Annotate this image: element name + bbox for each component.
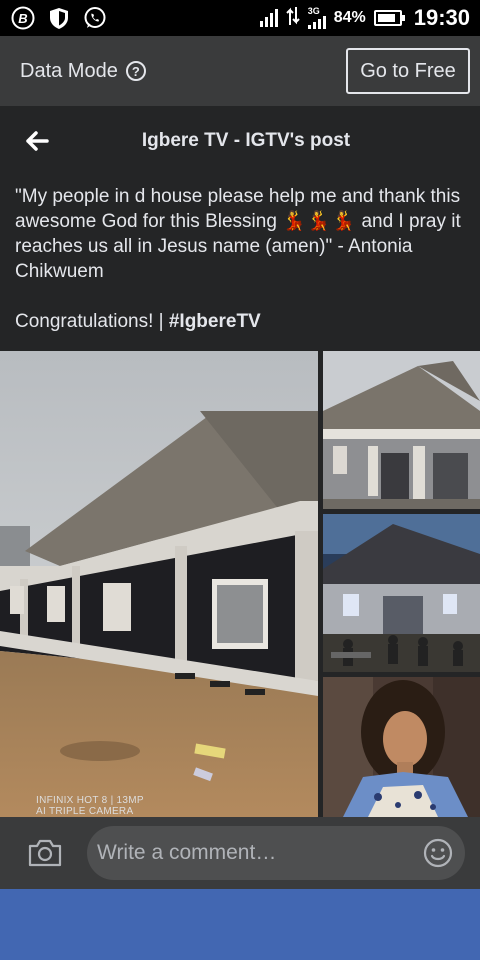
camera-watermark: INFINIX HOT 8 | 13MP AI TRIPLE CAMERA: [36, 795, 144, 817]
data-mode-bar: Data Mode ? Go to Free: [0, 36, 480, 106]
page-title: Igbere TV - IGTV's post: [141, 130, 351, 151]
data-mode-label[interactable]: Data Mode: [20, 60, 118, 83]
post-photo-3[interactable]: [323, 514, 480, 672]
data-arrows-icon: [285, 6, 300, 31]
hashtag-link[interactable]: #IgbereTV: [169, 311, 261, 332]
watermark-line1: INFINIX HOT 8 | 13MP: [36, 795, 144, 806]
post-photo-main[interactable]: INFINIX HOT 8 | 13MP AI TRIPLE CAMERA: [0, 351, 318, 817]
bottom-nav-bar: [0, 889, 480, 960]
emoji-icon[interactable]: [423, 838, 453, 868]
post-message: "My people in d house please help me and…: [15, 184, 470, 284]
clock: 19:30: [413, 5, 470, 30]
status-bar: B 3G 84% 19:30: [0, 0, 480, 36]
network-type: 3G: [307, 6, 320, 16]
whatsapp-icon: [82, 5, 108, 31]
photo-grid: INFINIX HOT 8 | 13MP AI TRIPLE CAMERA: [0, 351, 480, 817]
back-arrow-icon[interactable]: [24, 128, 50, 154]
comment-bar: Write a comment…: [0, 817, 480, 889]
shield-icon: [46, 5, 72, 31]
signal-icon: [307, 16, 326, 29]
signal-icon: [259, 9, 278, 27]
svg-text:B: B: [18, 11, 27, 26]
post-body: "My people in d house please help me and…: [15, 184, 470, 334]
battery-percent: 84%: [333, 9, 366, 26]
comment-placeholder: Write a comment…: [97, 841, 277, 864]
comment-input[interactable]: Write a comment…: [87, 826, 465, 880]
dancer-emoji: 💃💃💃: [282, 211, 357, 232]
watermark-line2: AI TRIPLE CAMERA: [36, 806, 134, 817]
battery-icon: [373, 10, 405, 26]
camera-icon[interactable]: [27, 838, 63, 868]
post-header: Igbere TV - IGTV's post: [0, 106, 480, 176]
go-to-free-button[interactable]: Go to Free: [346, 48, 470, 94]
help-icon[interactable]: ?: [125, 61, 146, 81]
b-icon: B: [10, 5, 36, 31]
post-photo-4[interactable]: [323, 677, 480, 817]
post-photo-2[interactable]: [323, 351, 480, 509]
congrats-text: Congratulations! |: [15, 311, 169, 332]
post-congrats: Congratulations! | #IgbereTV: [15, 309, 470, 334]
